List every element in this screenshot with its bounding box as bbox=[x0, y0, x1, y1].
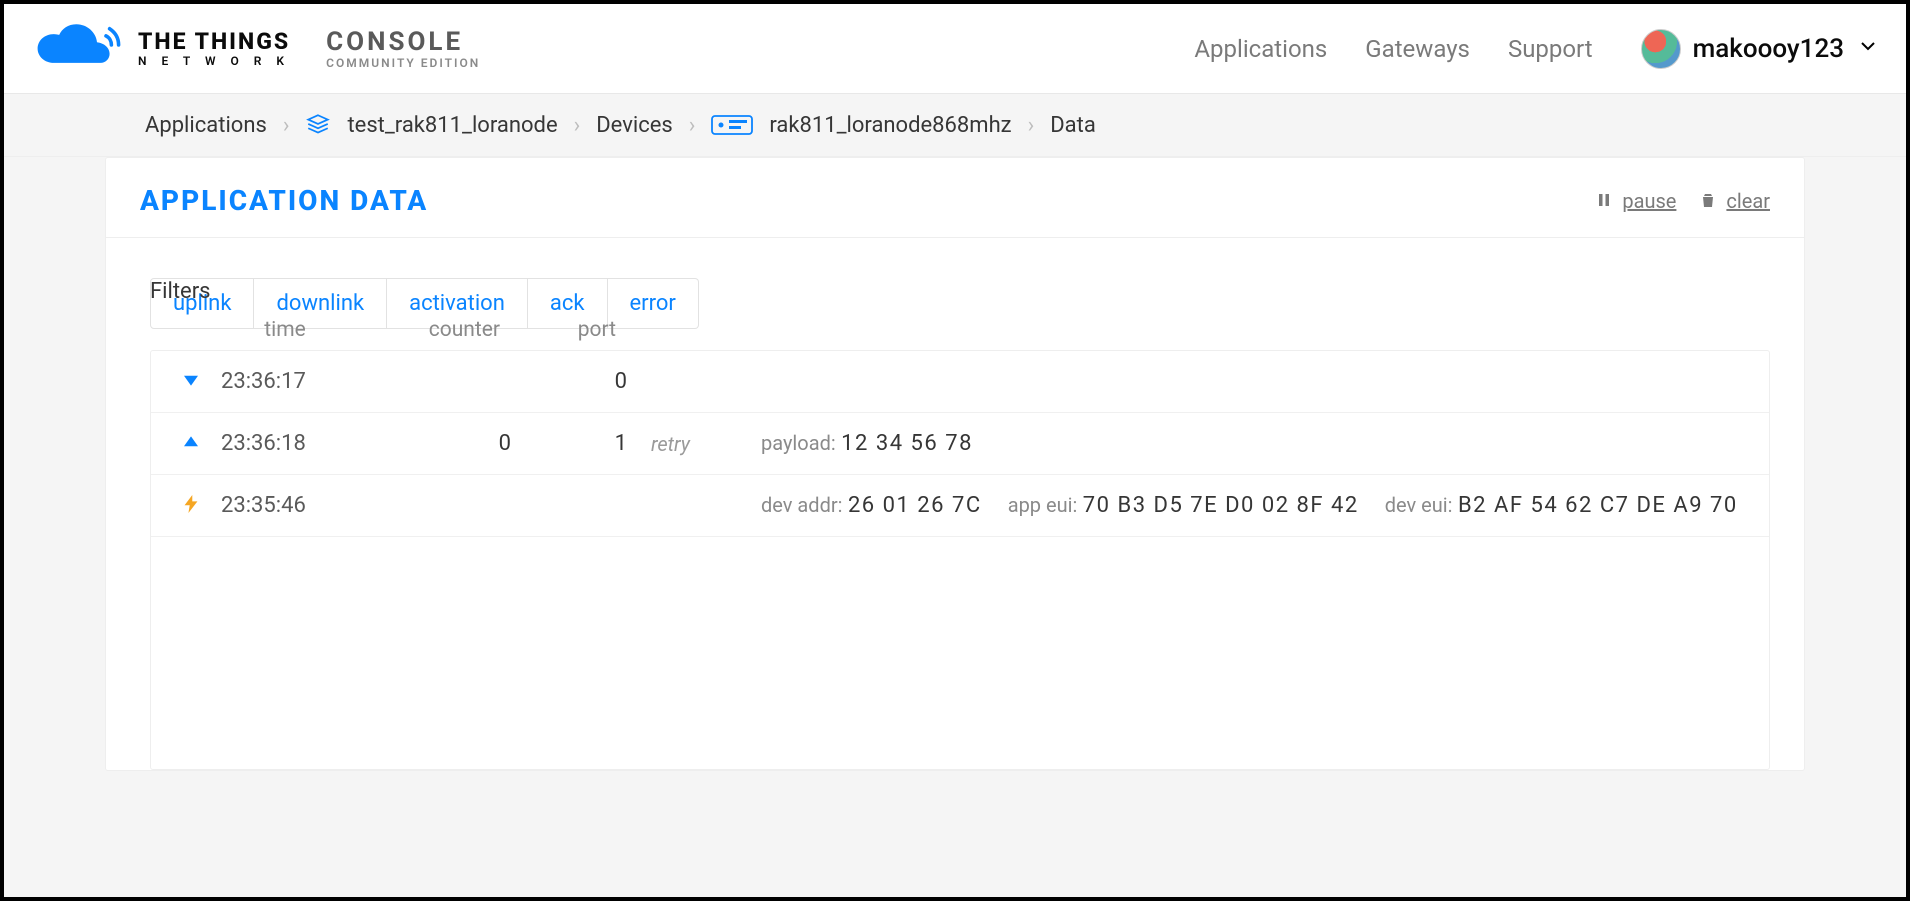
breadcrumb-bar: Applications › test_rak811_loranode › De… bbox=[4, 94, 1906, 157]
cloud-icon bbox=[34, 21, 124, 76]
col-port: port bbox=[520, 318, 640, 342]
chevron-right-icon: › bbox=[283, 113, 290, 138]
arrow-up-icon bbox=[184, 434, 198, 453]
crumb-data: Data bbox=[1050, 113, 1096, 138]
row-payload: payload: 12 34 56 78 bbox=[761, 431, 1759, 456]
payload-value: 12 34 56 78 bbox=[841, 431, 973, 456]
chevron-right-icon: › bbox=[1028, 113, 1035, 138]
payload-value: 70 B3 D5 7E D0 02 8F 42 bbox=[1083, 493, 1359, 518]
pause-button[interactable]: pause bbox=[1596, 189, 1676, 213]
data-card: APPLICATION DATA pause clear bbox=[105, 157, 1805, 771]
brand-line2: N E T W O R K bbox=[138, 55, 290, 67]
crumb-app-id[interactable]: test_rak811_loranode bbox=[347, 113, 557, 138]
row-time: 23:36:18 bbox=[221, 431, 371, 456]
data-table: time counter port 23:36:17023:36:1801ret… bbox=[106, 304, 1804, 770]
nav-links: Applications Gateways Support bbox=[1194, 35, 1592, 63]
chevron-down-icon bbox=[1860, 38, 1876, 59]
row-port: 1 bbox=[531, 431, 651, 456]
brand-console-line2: COMMUNITY EDITION bbox=[326, 57, 480, 69]
chevron-right-icon: › bbox=[574, 113, 581, 138]
arrow-down-icon bbox=[184, 372, 198, 391]
col-time: time bbox=[210, 318, 360, 342]
nav-support[interactable]: Support bbox=[1508, 35, 1593, 63]
card-header: APPLICATION DATA pause clear bbox=[106, 158, 1804, 238]
brand-console-line1: CONSOLE bbox=[326, 29, 480, 55]
clear-button[interactable]: clear bbox=[1700, 189, 1770, 213]
top-nav: THE THINGS N E T W O R K CONSOLE COMMUNI… bbox=[4, 4, 1906, 94]
filters-label: Filters bbox=[150, 279, 211, 304]
table-row[interactable]: 23:35:46 dev addr: 26 01 26 7C app eui: 70… bbox=[151, 475, 1769, 537]
user-menu[interactable]: makoooy123 bbox=[1641, 29, 1876, 69]
payload-label: dev eui: bbox=[1385, 493, 1453, 517]
crumb-devices[interactable]: Devices bbox=[596, 113, 673, 138]
chevron-right-icon: › bbox=[689, 113, 696, 138]
trash-icon bbox=[1700, 192, 1718, 210]
row-flag: retry bbox=[651, 432, 761, 456]
row-port: 0 bbox=[531, 369, 651, 394]
row-time: 23:35:46 bbox=[221, 493, 371, 518]
bolt-icon bbox=[184, 495, 198, 517]
avatar bbox=[1641, 29, 1681, 69]
page-body: APPLICATION DATA pause clear bbox=[4, 157, 1906, 897]
crumb-device-id[interactable]: rak811_loranode868mhz bbox=[769, 113, 1011, 138]
col-counter: counter bbox=[360, 318, 520, 342]
row-time: 23:36:17 bbox=[221, 369, 371, 394]
payload-value: 26 01 26 7C bbox=[848, 493, 982, 518]
payload-label: payload: bbox=[761, 431, 836, 455]
nav-gateways[interactable]: Gateways bbox=[1365, 35, 1470, 63]
table-row[interactable]: 23:36:17 0 bbox=[151, 351, 1769, 413]
breadcrumb: Applications › test_rak811_loranode › De… bbox=[105, 112, 1805, 138]
stack-icon bbox=[305, 112, 331, 138]
username: makoooy123 bbox=[1693, 34, 1844, 64]
pause-label: pause bbox=[1622, 189, 1676, 213]
brand-text: THE THINGS N E T W O R K bbox=[138, 30, 290, 67]
payload-label: dev addr: bbox=[761, 493, 842, 517]
pause-icon bbox=[1596, 192, 1614, 210]
payload-value: B2 AF 54 62 C7 DE A9 70 bbox=[1458, 493, 1738, 518]
brand-line1: THE THINGS bbox=[138, 30, 290, 53]
page-title: APPLICATION DATA bbox=[140, 184, 428, 217]
payload-label: app eui: bbox=[1008, 493, 1078, 517]
row-counter: 0 bbox=[371, 431, 531, 456]
device-icon bbox=[711, 112, 753, 138]
brand-logo[interactable]: THE THINGS N E T W O R K CONSOLE COMMUNI… bbox=[34, 21, 480, 76]
table-row[interactable]: 23:36:1801retrypayload: 12 34 56 78 bbox=[151, 413, 1769, 475]
row-payload: dev addr: 26 01 26 7C app eui: 70 B3 D5 7… bbox=[761, 493, 1759, 518]
card-actions: pause clear bbox=[1596, 189, 1770, 213]
brand-console: CONSOLE COMMUNITY EDITION bbox=[326, 29, 480, 69]
crumb-applications[interactable]: Applications bbox=[145, 113, 267, 138]
nav-applications[interactable]: Applications bbox=[1194, 35, 1327, 63]
clear-label: clear bbox=[1726, 189, 1770, 213]
data-rows: 23:36:17023:36:1801retrypayload: 12 34 5… bbox=[150, 350, 1770, 770]
